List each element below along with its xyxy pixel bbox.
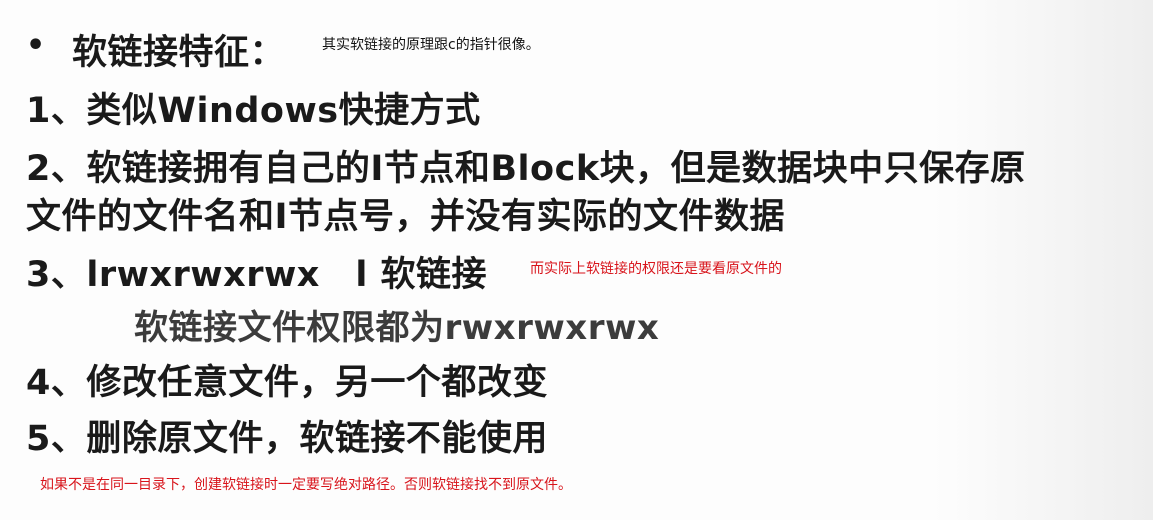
item-4: 4、修改任意文件，另一个都改变	[26, 363, 548, 403]
item-2-line-1: 2、软链接拥有自己的I节点和Block块，但是数据块中只保存原	[26, 149, 1026, 189]
item-5: 5、删除原文件，软链接不能使用	[26, 419, 548, 459]
bullet-dot: •	[26, 28, 46, 63]
footer-note: 如果不是在同一目录下，创建软链接时一定要写绝对路径。否则软链接找不到原文件。	[40, 477, 572, 493]
item-3-note: 而实际上软链接的权限还是要看原文件的	[530, 261, 782, 277]
item-3: 3、lrwxrwxrwx l 软链接	[26, 255, 488, 295]
item-2-line-2: 文件的文件名和I节点号，并没有实际的文件数据	[26, 197, 786, 237]
heading-note: 其实软链接的原理跟c的指针很像。	[322, 37, 540, 53]
item-3-sub: 软链接文件权限都为rwxrwxrwx	[134, 308, 660, 348]
item-1: 1、类似Windows快捷方式	[26, 91, 481, 131]
heading-title: 软链接特征：	[72, 33, 286, 73]
right-edge-shading	[933, 0, 1153, 520]
